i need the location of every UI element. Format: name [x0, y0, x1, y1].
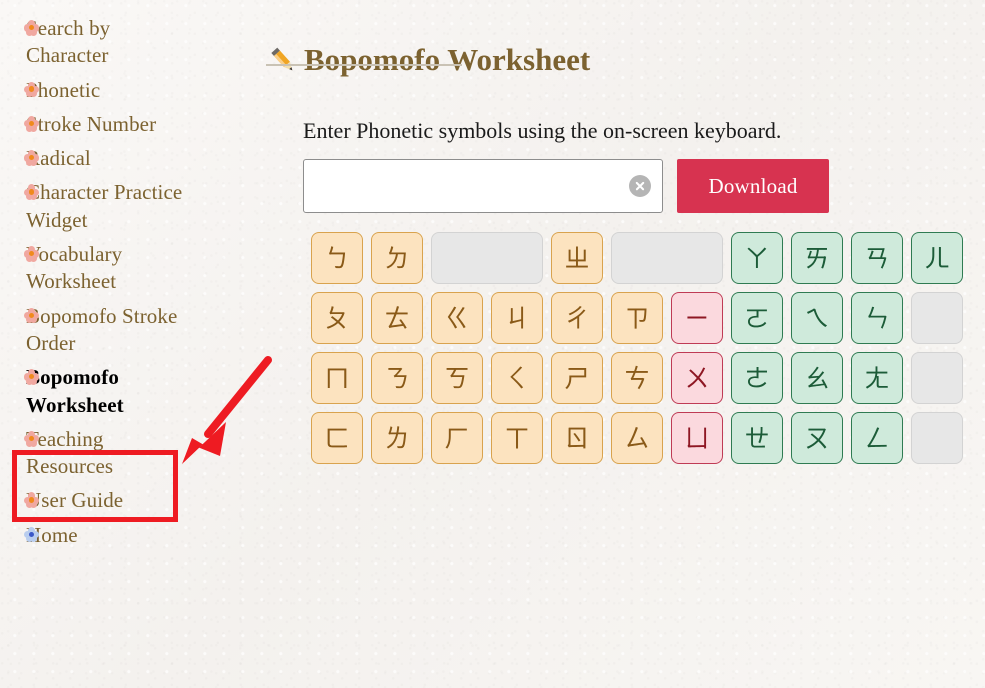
keyboard-key-ㄢ[interactable]: ㄢ — [850, 232, 903, 284]
keyboard-key-ㄍ[interactable]: ㄍ — [431, 292, 483, 344]
keyboard-key-ㄩ[interactable]: ㄩ — [671, 412, 723, 464]
pink-flower-icon — [24, 307, 39, 324]
keyboard-key-ㄌ[interactable]: ㄌ — [371, 412, 423, 464]
keyboard-key-ㄉ[interactable]: ㄉ — [371, 232, 424, 284]
page-title: Bopomofo Worksheet — [304, 41, 591, 77]
keyboard-key-ㄏ[interactable]: ㄏ — [431, 412, 483, 464]
keyboard-row: ㄇㄋㄎㄑㄕㄘㄨㄜㄠㄤ — [311, 352, 971, 404]
keyboard-key-ㄡ[interactable]: ㄡ — [791, 412, 843, 464]
keyboard-key-ㄘ[interactable]: ㄘ — [611, 352, 663, 404]
sidebar-item-character-practice-widget[interactable]: Character Practice Widget — [0, 179, 262, 234]
instruction-text: Enter Phonetic symbols using the on-scre… — [303, 118, 782, 143]
keyboard-key-ㄜ[interactable]: ㄜ — [731, 352, 783, 404]
keyboard-key-ㄆ[interactable]: ㄆ — [311, 292, 363, 344]
keyboard-key-ㄝ[interactable]: ㄝ — [731, 412, 783, 464]
keyboard-key-ㄤ[interactable]: ㄤ — [851, 352, 903, 404]
keyboard-key-ㄑ[interactable]: ㄑ — [491, 352, 543, 404]
keyboard-key-ㄛ[interactable]: ㄛ — [731, 292, 783, 344]
sidebar-item-label: Vocabulary Worksheet — [26, 242, 123, 294]
pink-flower-icon — [24, 430, 39, 447]
sidebar-item-bopomofo-worksheet[interactable]: Bopomofo Worksheet — [0, 364, 262, 419]
keyboard-key-blank — [431, 232, 543, 284]
keyboard-key-ㄥ[interactable]: ㄥ — [851, 412, 903, 464]
keyboard-key-ㄧ[interactable]: ㄧ — [671, 292, 723, 344]
main-content: Bopomofo Worksheet Enter Phonetic symbol… — [262, 0, 985, 688]
keyboard-key-ㄊ[interactable]: ㄊ — [371, 292, 423, 344]
sidebar-item-label: Bopomofo Stroke Order — [26, 303, 178, 355]
pink-flower-icon — [24, 150, 39, 166]
sidebar-nav: Search by Character Phonetic Stroke Number… — [0, 0, 262, 688]
phonetic-input-wrap — [303, 159, 663, 213]
sidebar-item-label: Search by Character — [26, 16, 111, 68]
sidebar-item-label: Bopomofo Worksheet — [26, 365, 124, 417]
sidebar-item-vocabulary-worksheet[interactable]: Vocabulary Worksheet — [0, 241, 262, 296]
keyboard-key-blank — [911, 412, 963, 464]
keyboard-key-ㄎ[interactable]: ㄎ — [431, 352, 483, 404]
pencil-icon — [266, 43, 300, 77]
keyboard-row: ㄅㄉ ㄓ ㄚㄞㄢㄦ — [311, 232, 971, 284]
pink-flower-icon — [24, 81, 39, 98]
keyboard-key-ㄨ[interactable]: ㄨ — [671, 352, 723, 404]
keyboard-key-blank — [911, 352, 963, 404]
pink-flower-icon — [24, 492, 39, 509]
keyboard-key-ㄙ[interactable]: ㄙ — [611, 412, 663, 464]
keyboard-key-ㄚ[interactable]: ㄚ — [730, 232, 783, 284]
pink-flower-icon — [24, 369, 39, 385]
sidebar-item-bopomofo-stroke-order[interactable]: Bopomofo Stroke Order — [0, 303, 262, 358]
keyboard-key-ㄇ[interactable]: ㄇ — [311, 352, 363, 404]
keyboard-key-ㄟ[interactable]: ㄟ — [791, 292, 843, 344]
input-row: Download — [303, 159, 829, 213]
keyboard-key-ㄔ[interactable]: ㄔ — [551, 292, 603, 344]
page-title-row: Bopomofo Worksheet — [266, 24, 590, 97]
sidebar-item-radical[interactable]: Radical — [0, 145, 262, 172]
keyboard-key-blank — [911, 292, 963, 344]
keyboard-key-ㄈ[interactable]: ㄈ — [311, 412, 363, 464]
sidebar-item-teaching-resources[interactable]: Teaching Resources — [0, 426, 262, 481]
keyboard-key-ㄞ[interactable]: ㄞ — [790, 232, 843, 284]
sidebar-item-label: Stroke Number — [26, 111, 157, 136]
download-button[interactable]: Download — [677, 159, 829, 213]
keyboard-row: ㄆㄊㄍㄐㄔㄗㄧㄛㄟㄣ — [311, 292, 971, 344]
keyboard-key-ㄋ[interactable]: ㄋ — [371, 352, 423, 404]
keyboard-key-ㄕ[interactable]: ㄕ — [551, 352, 603, 404]
keyboard-key-ㄖ[interactable]: ㄖ — [551, 412, 603, 464]
pink-flower-icon — [24, 20, 39, 36]
sidebar-item-label: User Guide — [26, 488, 124, 513]
blue-flower-icon — [24, 526, 39, 543]
keyboard-row: ㄈㄌㄏㄒㄖㄙㄩㄝㄡㄥ — [311, 412, 971, 464]
sidebar-item-home[interactable]: Home — [0, 522, 262, 549]
clear-input-icon[interactable] — [629, 175, 651, 197]
keyboard-key-ㄅ[interactable]: ㄅ — [311, 232, 364, 284]
keyboard-key-ㄗ[interactable]: ㄗ — [611, 292, 663, 344]
keyboard-key-ㄠ[interactable]: ㄠ — [791, 352, 843, 404]
pink-flower-icon — [24, 246, 39, 262]
sidebar-item-label: Teaching Resources — [26, 426, 114, 479]
onscreen-keyboard: ㄅㄉㄓㄚㄞㄢㄦㄆㄊㄍㄐㄔㄗㄧㄛㄟㄣㄇㄋㄎㄑㄕㄘㄨㄜㄠㄤㄈㄌㄏㄒㄖㄙㄩㄝㄡㄥ — [311, 232, 971, 472]
title-underline — [266, 64, 462, 66]
sidebar-item-search-by-character[interactable]: Search by Character — [0, 15, 262, 70]
phonetic-input[interactable] — [303, 159, 663, 213]
sidebar-item-label: Character Practice Widget — [26, 180, 183, 232]
keyboard-key-ㄐ[interactable]: ㄐ — [491, 292, 543, 344]
sidebar-item-stroke-number[interactable]: Stroke Number — [0, 111, 262, 138]
pink-flower-icon — [24, 184, 39, 201]
keyboard-key-ㄓ[interactable]: ㄓ — [550, 232, 603, 284]
keyboard-key-ㄦ[interactable]: ㄦ — [910, 232, 963, 284]
keyboard-key-ㄒ[interactable]: ㄒ — [491, 412, 543, 464]
page-root: Search by Character Phonetic Stroke Number… — [0, 0, 985, 688]
sidebar-item-user-guide[interactable]: User Guide — [0, 487, 262, 514]
pink-flower-icon — [24, 115, 39, 132]
keyboard-key-blank — [610, 232, 723, 284]
sidebar-item-phonetic[interactable]: Phonetic — [0, 77, 262, 104]
keyboard-key-ㄣ[interactable]: ㄣ — [851, 292, 903, 344]
